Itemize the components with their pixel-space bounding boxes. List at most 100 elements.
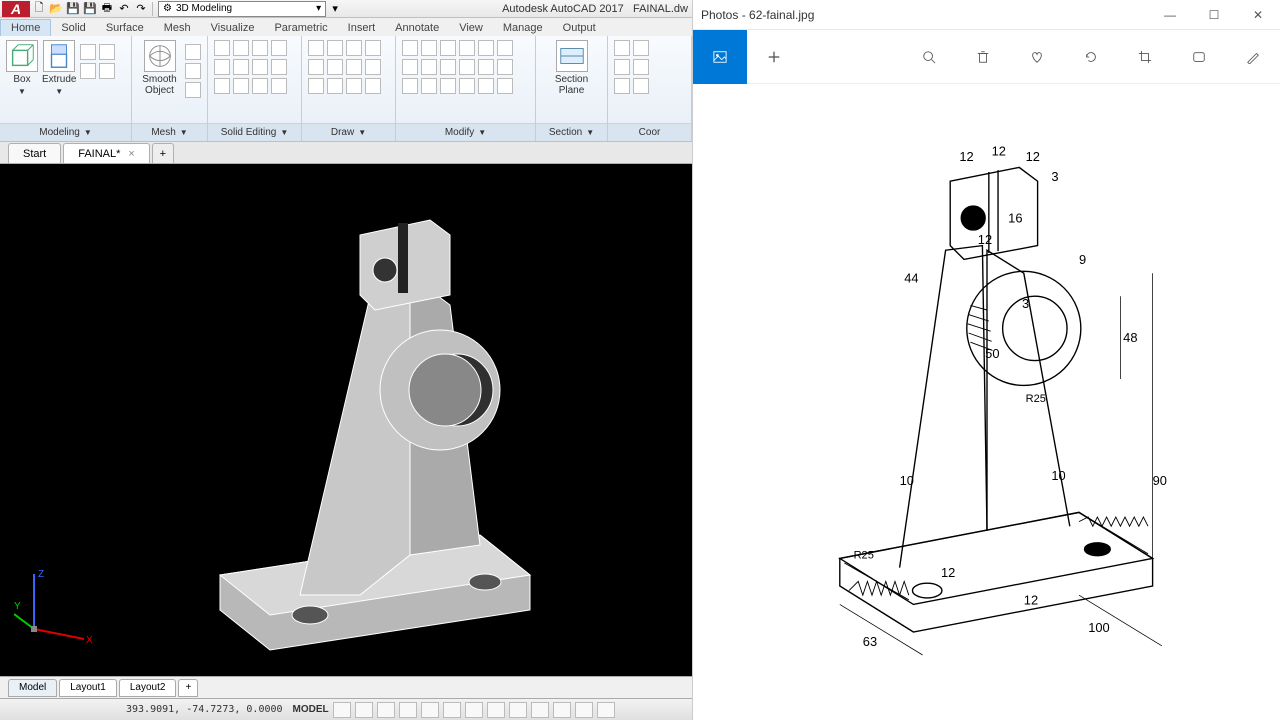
rectangle-icon[interactable]	[308, 59, 324, 75]
qat-redo-icon[interactable]: ↷	[133, 1, 149, 17]
3dmove-icon[interactable]	[459, 78, 475, 94]
qat-new-icon[interactable]: 🗋	[31, 1, 47, 17]
layout-tab-add[interactable]: +	[178, 679, 198, 697]
dyn-toggle-icon[interactable]	[509, 702, 527, 718]
qat-print-icon[interactable]: 🖶	[99, 1, 115, 17]
circle-icon[interactable]	[346, 40, 362, 56]
layout-tab-model[interactable]: Model	[8, 679, 57, 697]
tab-parametric[interactable]: Parametric	[264, 20, 337, 36]
favorite-button[interactable]	[1010, 30, 1064, 84]
3dscale-icon[interactable]	[497, 78, 513, 94]
section-plane-button[interactable]: Section Plane	[542, 40, 601, 96]
status-space[interactable]: MODEL	[293, 704, 329, 715]
union-icon[interactable]	[214, 40, 230, 56]
dynucs-toggle-icon[interactable]	[487, 702, 505, 718]
align-icon[interactable]	[440, 78, 456, 94]
3drotate-icon[interactable]	[478, 78, 494, 94]
model-viewport[interactable]: X Y Z	[0, 164, 692, 676]
3dosnap-toggle-icon[interactable]	[443, 702, 461, 718]
ucs-gizmo[interactable]: X Y Z	[14, 569, 94, 654]
grid-toggle-icon[interactable]	[333, 702, 351, 718]
close-button[interactable]: ✕	[1236, 0, 1280, 30]
extract-icon[interactable]	[271, 59, 287, 75]
tab-visualize[interactable]: Visualize	[201, 20, 265, 36]
tab-view[interactable]: View	[449, 20, 493, 36]
smooth-object-button[interactable]: Smooth Object	[138, 40, 181, 96]
hatch-icon[interactable]	[308, 78, 324, 94]
annotation-icon[interactable]	[597, 702, 615, 718]
fillet-icon[interactable]	[440, 59, 456, 75]
tab-surface[interactable]: Surface	[96, 20, 154, 36]
layout-tab-2[interactable]: Layout2	[119, 679, 177, 697]
arc-icon[interactable]	[365, 40, 381, 56]
donut-icon[interactable]	[365, 78, 381, 94]
crop-button[interactable]	[1118, 30, 1172, 84]
close-icon[interactable]: ×	[128, 148, 134, 160]
extrude-button[interactable]: Extrude ▼	[42, 40, 76, 96]
move-icon[interactable]	[402, 40, 418, 56]
otrack-toggle-icon[interactable]	[465, 702, 483, 718]
point-icon[interactable]	[365, 59, 381, 75]
copy-icon[interactable]	[421, 40, 437, 56]
array-icon[interactable]	[478, 59, 494, 75]
ucs-view-icon[interactable]	[614, 78, 630, 94]
spline-icon[interactable]	[346, 59, 362, 75]
ucs-named-icon[interactable]	[614, 59, 630, 75]
maximize-button[interactable]: ☐	[1192, 0, 1236, 30]
chamfer-icon[interactable]	[459, 59, 475, 75]
taper-icon[interactable]	[271, 78, 287, 94]
ellipse-icon[interactable]	[327, 59, 343, 75]
scale-icon[interactable]	[421, 59, 437, 75]
app-logo[interactable]: A	[2, 1, 30, 17]
view-image-button[interactable]	[693, 30, 747, 84]
thicken-icon[interactable]	[214, 59, 230, 75]
subtract-icon[interactable]	[233, 40, 249, 56]
ucs-icon[interactable]	[614, 40, 630, 56]
explode-icon[interactable]	[421, 78, 437, 94]
layout-tab-1[interactable]: Layout1	[59, 679, 117, 697]
region-icon[interactable]	[327, 78, 343, 94]
add-button[interactable]	[747, 30, 801, 84]
rotate-button[interactable]	[1064, 30, 1118, 84]
qat-saveas-icon[interactable]: 💾	[82, 1, 98, 17]
box-button[interactable]: Box ▼	[6, 40, 38, 96]
qat-undo-icon[interactable]: ↶	[116, 1, 132, 17]
ucs-face-icon[interactable]	[633, 59, 649, 75]
file-tab-start[interactable]: Start	[8, 143, 61, 163]
qat-dropdown-icon[interactable]: ▾	[327, 1, 343, 17]
line-icon[interactable]	[308, 40, 324, 56]
tab-manage[interactable]: Manage	[493, 20, 553, 36]
revolve-icon[interactable]	[80, 63, 96, 79]
shell-icon[interactable]	[252, 78, 268, 94]
mesh-refine-icon[interactable]	[185, 82, 201, 98]
presspull-icon[interactable]	[99, 44, 115, 60]
osnap-toggle-icon[interactable]	[421, 702, 439, 718]
tab-solid[interactable]: Solid	[51, 20, 95, 36]
cycling-icon[interactable]	[575, 702, 593, 718]
polar-toggle-icon[interactable]	[399, 702, 417, 718]
helix-icon[interactable]	[346, 78, 362, 94]
interfere-icon[interactable]	[252, 59, 268, 75]
polysolid-icon[interactable]	[80, 44, 96, 60]
mesh-less-icon[interactable]	[185, 63, 201, 79]
trim-icon[interactable]	[478, 40, 494, 56]
qat-save-icon[interactable]: 💾	[65, 1, 81, 17]
extend-icon[interactable]	[497, 40, 513, 56]
tab-mesh[interactable]: Mesh	[154, 20, 201, 36]
lwt-toggle-icon[interactable]	[531, 702, 549, 718]
ortho-toggle-icon[interactable]	[377, 702, 395, 718]
minimize-button[interactable]: ―	[1148, 0, 1192, 30]
ucs-world-icon[interactable]	[633, 40, 649, 56]
photos-canvas[interactable]: 12 12 12 3 16 12 9 44 48 50 3 R25 10 10 …	[693, 84, 1280, 720]
chamfer-edge-icon[interactable]	[233, 78, 249, 94]
mesh-more-icon[interactable]	[185, 44, 201, 60]
delete-button[interactable]	[956, 30, 1010, 84]
fillet-edge-icon[interactable]	[214, 78, 230, 94]
snap-toggle-icon[interactable]	[355, 702, 373, 718]
offset-icon[interactable]	[497, 59, 513, 75]
qat-open-icon[interactable]: 📂	[48, 1, 64, 17]
file-tab-current[interactable]: FAINAL*×	[63, 143, 150, 163]
slideshow-button[interactable]	[1172, 30, 1226, 84]
rotate-icon[interactable]	[440, 40, 456, 56]
polyline-icon[interactable]	[327, 40, 343, 56]
